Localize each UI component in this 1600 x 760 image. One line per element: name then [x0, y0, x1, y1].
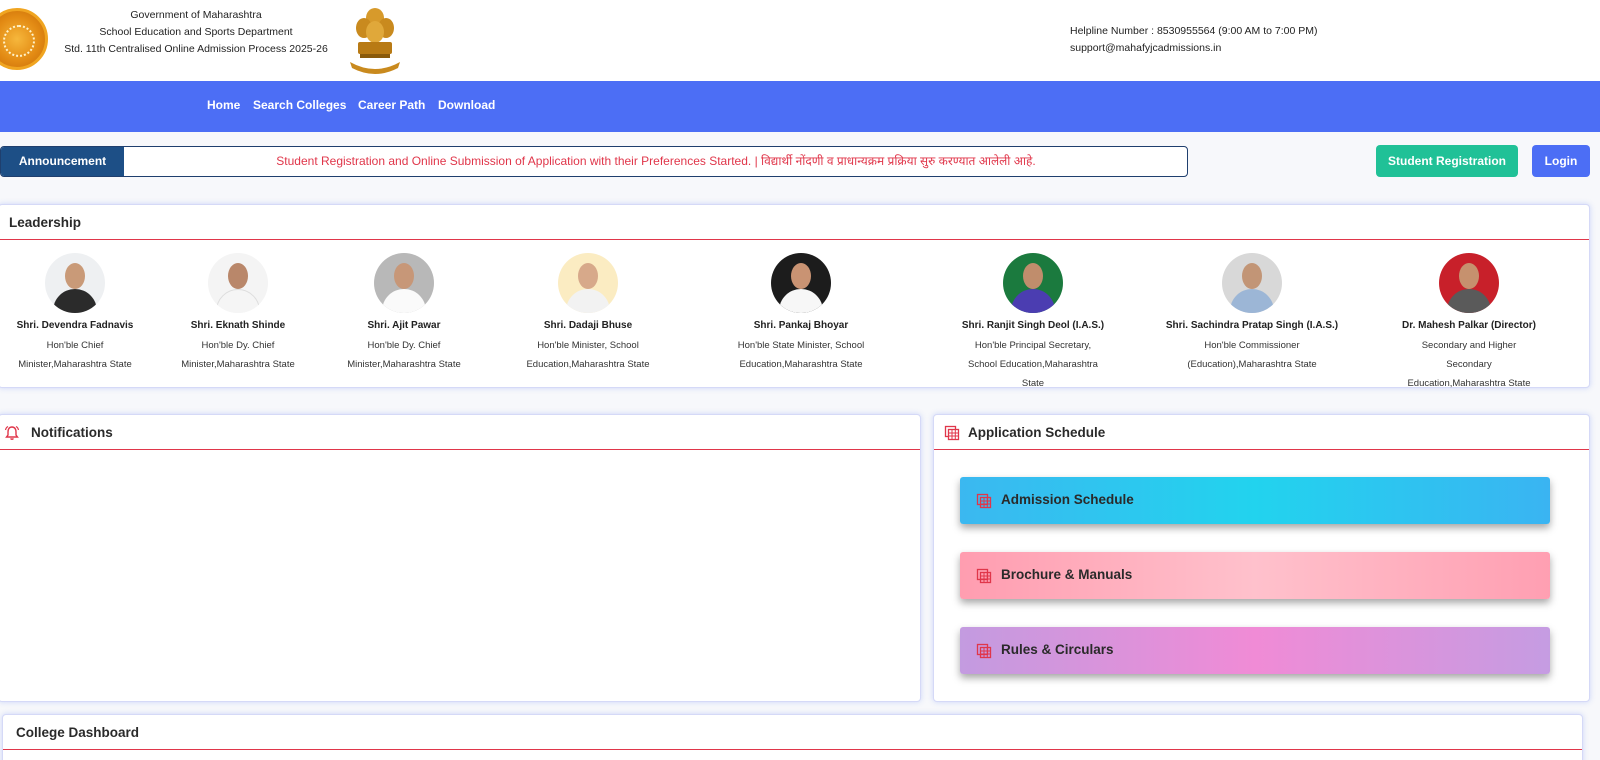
- leader-photo: [45, 253, 105, 313]
- brochure-manuals-button[interactable]: Brochure & Manuals: [960, 552, 1550, 599]
- nav-home[interactable]: Home: [207, 98, 240, 112]
- leader-name: Shri. Ranjit Singh Deol (I.A.S.): [961, 320, 1105, 331]
- leader-card: Shri. Sachindra Pratap Singh (I.A.S.) Ho…: [1152, 253, 1352, 374]
- government-title-block: Government of Maharashtra School Educati…: [56, 7, 336, 58]
- gov-line-2: School Education and Sports Department: [99, 26, 293, 38]
- leader-name: Dr. Mahesh Palkar (Director): [1402, 320, 1536, 331]
- college-dashboard-card: College Dashboard: [2, 714, 1583, 760]
- notifications-card: Notifications: [0, 414, 921, 702]
- rules-circulars-button[interactable]: Rules & Circulars: [960, 627, 1550, 674]
- calendar-icon: [976, 568, 992, 584]
- leader-role: Hon'ble Chief Minister,Maharashtra State: [18, 340, 132, 370]
- leader-photo: [558, 253, 618, 313]
- college-dashboard-title: College Dashboard: [16, 725, 140, 740]
- leader-name: Shri. Sachindra Pratap Singh (I.A.S.): [1165, 320, 1339, 331]
- brochure-manuals-label: Brochure & Manuals: [1001, 567, 1133, 582]
- calendar-icon: [976, 493, 992, 509]
- leader-photo: [771, 253, 831, 313]
- leader-card: Shri. Ajit Pawar Hon'ble Dy. Chief Minis…: [304, 253, 504, 374]
- support-email[interactable]: support@mahafyjcadmissions.in: [1070, 40, 1317, 57]
- admission-schedule-button[interactable]: Admission Schedule: [960, 477, 1550, 524]
- leader-role: Hon'ble State Minister, School Education…: [737, 340, 865, 370]
- nav-career-path[interactable]: Career Path: [358, 98, 425, 112]
- leader-card: Dr. Mahesh Palkar (Director) Secondary a…: [1369, 253, 1569, 393]
- leader-role: Hon'ble Minister, School Education,Mahar…: [526, 340, 650, 370]
- announcement-text[interactable]: Student Registration and Online Submissi…: [124, 147, 1187, 176]
- leader-name: Shri. Ajit Pawar: [367, 320, 441, 331]
- leader-photo: [1003, 253, 1063, 313]
- leadership-header: Leadership: [0, 205, 1589, 240]
- helpline-block: Helpline Number : 8530955564 (9:00 AM to…: [1070, 23, 1317, 57]
- national-emblem-icon: [350, 8, 400, 74]
- announcement-bar: Announcement Student Registration and On…: [0, 146, 1188, 177]
- leader-role: Hon'ble Dy. Chief Minister,Maharashtra S…: [347, 340, 461, 370]
- nav-search-colleges[interactable]: Search Colleges: [253, 98, 346, 112]
- notifications-title: Notifications: [31, 425, 113, 440]
- rules-circulars-label: Rules & Circulars: [1001, 642, 1114, 657]
- leader-role: Secondary and Higher Secondary Education…: [1407, 340, 1531, 389]
- leader-role: Hon'ble Dy. Chief Minister,Maharashtra S…: [181, 340, 295, 370]
- bell-icon: [4, 425, 20, 440]
- nav-download[interactable]: Download: [438, 98, 495, 112]
- announcement-label: Announcement: [1, 147, 124, 176]
- student-registration-button[interactable]: Student Registration: [1376, 145, 1518, 177]
- leadership-title: Leadership: [9, 215, 82, 230]
- leader-role: Hon'ble Principal Secretary, School Educ…: [968, 340, 1098, 389]
- leader-photo: [1222, 253, 1282, 313]
- leadership-card: Leadership Shri. Devendra Fadnavis Hon'b…: [0, 204, 1590, 389]
- login-button[interactable]: Login: [1532, 145, 1590, 177]
- leader-card: Shri. Dadaji Bhuse Hon'ble Minister, Sch…: [488, 253, 688, 374]
- calendar-icon: [944, 425, 960, 441]
- application-schedule-header: Application Schedule: [934, 415, 1589, 450]
- leader-role: Hon'ble Commissioner (Education),Maharas…: [1187, 340, 1317, 370]
- calendar-icon: [976, 643, 992, 659]
- gov-line-3: Std. 11th Centralised Online Admission P…: [64, 43, 328, 55]
- application-schedule-card: Application Schedule Admission Schedule …: [933, 414, 1590, 702]
- leader-photo: [374, 253, 434, 313]
- gov-line-1: Government of Maharashtra: [130, 9, 262, 21]
- application-schedule-title: Application Schedule: [968, 425, 1106, 440]
- notifications-header: Notifications: [0, 415, 920, 450]
- main-nav: Home Search Colleges Career Path Downloa…: [0, 81, 1600, 132]
- leader-photo: [208, 253, 268, 313]
- maharashtra-emblem-icon: [0, 8, 48, 70]
- leader-photo: [1439, 253, 1499, 313]
- college-dashboard-header: College Dashboard: [3, 715, 1582, 750]
- admission-schedule-label: Admission Schedule: [1001, 492, 1134, 507]
- helpline-number: Helpline Number : 8530955564 (9:00 AM to…: [1070, 25, 1318, 37]
- leader-card: Shri. Ranjit Singh Deol (I.A.S.) Hon'ble…: [933, 253, 1133, 393]
- leader-card: Shri. Pankaj Bhoyar Hon'ble State Minist…: [701, 253, 901, 374]
- top-header: Government of Maharashtra School Educati…: [0, 0, 1600, 81]
- leader-name: Shri. Pankaj Bhoyar: [753, 320, 849, 331]
- leader-name: Shri. Dadaji Bhuse: [543, 320, 633, 331]
